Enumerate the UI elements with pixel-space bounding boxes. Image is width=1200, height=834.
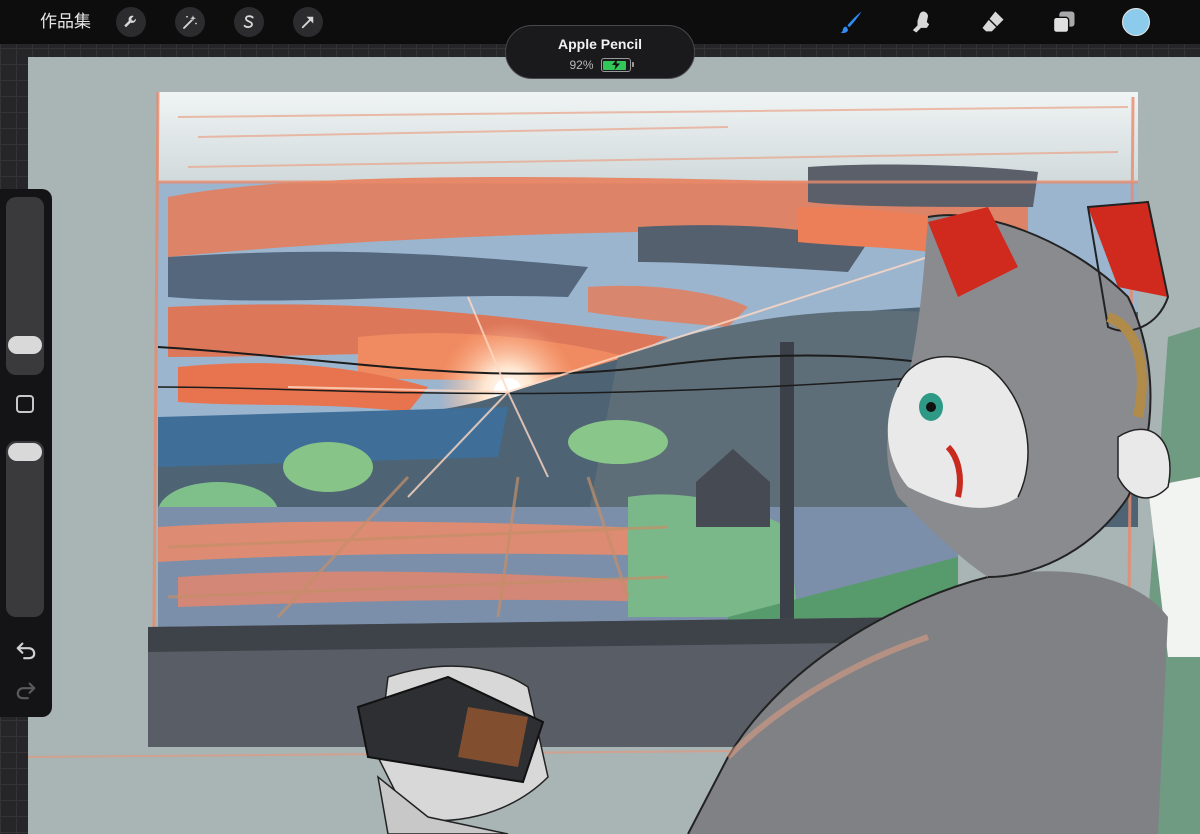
pencil-battery-row: 92% (506, 57, 694, 73)
transform-arrow-icon (301, 16, 314, 29)
layers-button[interactable] (1048, 6, 1080, 38)
modify-button[interactable] (16, 395, 34, 413)
wrench-icon (124, 15, 136, 28)
battery-cap (631, 62, 634, 67)
battery-percent: 92% (569, 58, 594, 72)
undo-button[interactable] (13, 639, 39, 661)
brush-tool-button[interactable] (835, 6, 867, 38)
selection-button[interactable] (234, 7, 264, 37)
battery-icon (600, 58, 634, 72)
redo-button[interactable] (13, 679, 39, 701)
smudge-tool-button[interactable] (905, 6, 937, 38)
opacity-slider[interactable] (6, 441, 44, 617)
brush-icon (840, 11, 862, 34)
redo-icon (16, 682, 36, 700)
color-picker-button[interactable] (1122, 8, 1150, 36)
layers-icon (1052, 11, 1075, 34)
eraser-icon (982, 11, 1004, 32)
undo-icon (16, 642, 36, 660)
gallery-button[interactable]: 作品集 (40, 11, 91, 33)
pencil-status-popup: Apple Pencil 92% (505, 25, 695, 79)
actions-button[interactable] (116, 7, 146, 37)
eraser-tool-button[interactable] (977, 6, 1009, 38)
pencil-name: Apple Pencil (557, 36, 643, 52)
artwork (28, 57, 1200, 834)
left-sidebar (0, 189, 52, 717)
brush-size-thumb[interactable] (8, 336, 42, 355)
brush-size-slider[interactable] (6, 197, 44, 375)
opacity-thumb[interactable] (8, 443, 42, 461)
transform-button[interactable] (293, 7, 323, 37)
selection-s-icon (243, 15, 254, 28)
adjustments-button[interactable] (175, 7, 205, 37)
drawing-canvas[interactable] (28, 57, 1200, 834)
charging-bolt-icon (611, 59, 620, 70)
magic-wand-icon (183, 15, 197, 29)
smudge-icon (912, 11, 930, 33)
